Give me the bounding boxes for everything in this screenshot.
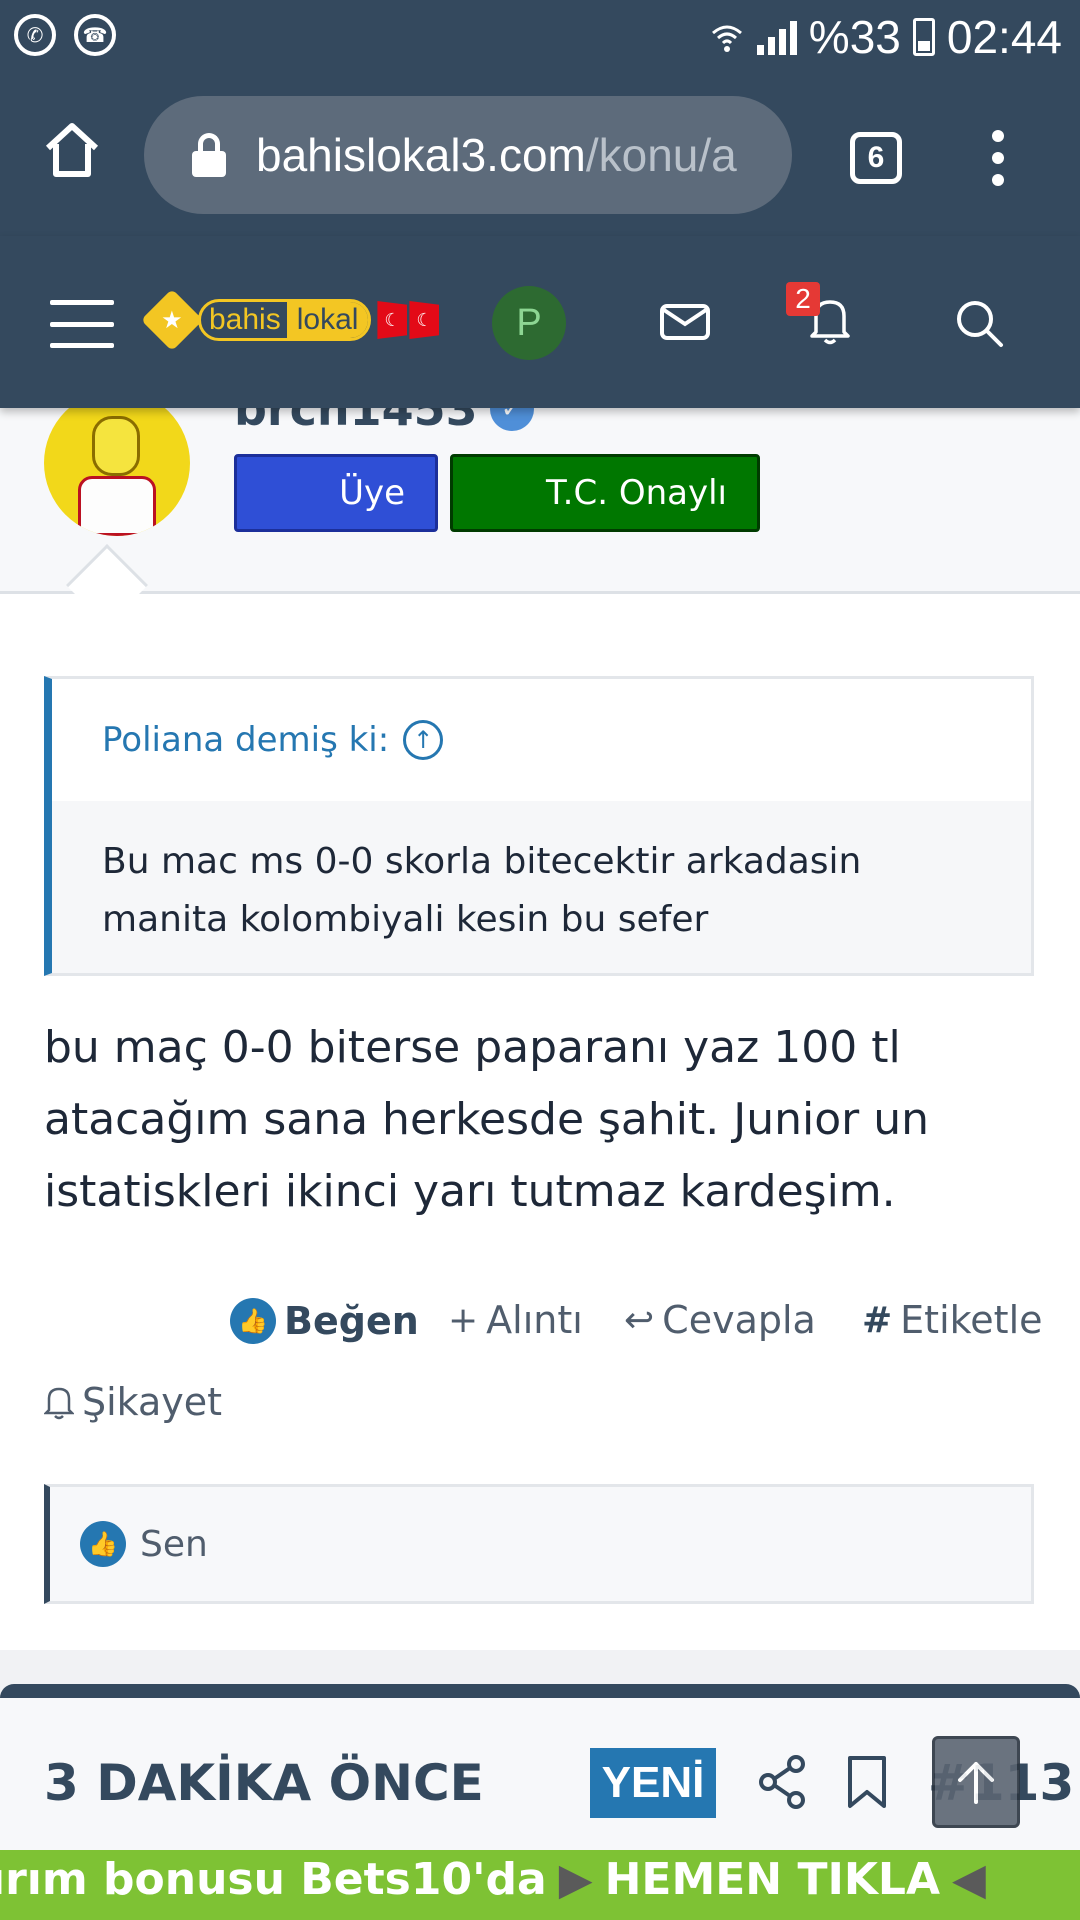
- notification-icons: ✆ ☎: [14, 14, 116, 56]
- promo-text: ırım bonusu Bets10'da: [0, 1854, 547, 1905]
- report-label: Şikayet: [82, 1380, 223, 1424]
- plus-icon: +: [448, 1299, 479, 1341]
- logo-text-left: bahis: [209, 303, 281, 336]
- role-badge-member: Üye: [234, 454, 438, 532]
- address-bar[interactable]: bahislokal3.com /konu/a: [144, 96, 792, 214]
- notification-count-badge: 2: [786, 282, 820, 316]
- logo-gem-icon: ★: [140, 288, 204, 352]
- phone-icon: ☎: [74, 14, 116, 56]
- arrow-up-circle-icon[interactable]: ↑: [403, 720, 444, 760]
- reply-icon: ↩: [624, 1299, 655, 1341]
- post-actions: 👍 Beğen + Alıntı ↩ Cevapla # Etiketle Şi…: [0, 1298, 1080, 1458]
- logo-wordmark: bahis lokal: [198, 299, 372, 341]
- reply-button[interactable]: ↩ Cevapla: [624, 1298, 816, 1342]
- signal-icon: [756, 19, 797, 55]
- url-domain: bahislokal3.com: [256, 129, 586, 181]
- browser-toolbar: bahislokal3.com /konu/a 6: [0, 76, 1080, 236]
- logo-text-right: lokal: [286, 302, 369, 338]
- bell-outline-icon: [44, 1387, 74, 1420]
- quote-header[interactable]: Poliana demiş ki: ↑: [52, 679, 1031, 801]
- like-button[interactable]: 👍 Beğen: [230, 1298, 419, 1344]
- triangle-right-icon: ▶: [558, 1854, 593, 1905]
- tab-switcher-button[interactable]: 6: [850, 132, 902, 184]
- quote-block: Poliana demiş ki: ↑ Bu mac ms 0-0 skorla…: [44, 676, 1034, 976]
- home-icon[interactable]: [40, 118, 104, 182]
- hamburger-menu-icon[interactable]: [50, 300, 114, 348]
- whatsapp-icon: ✆: [14, 14, 56, 56]
- thumbs-up-icon: 👍: [230, 1298, 276, 1344]
- mail-icon[interactable]: [660, 304, 710, 340]
- new-badge: YENİ: [590, 1748, 716, 1818]
- menu-dots-icon[interactable]: [986, 130, 1010, 186]
- promo-cta[interactable]: HEMEN TIKLA: [605, 1854, 940, 1905]
- site-logo[interactable]: ★ bahis lokal ☾ ☾: [140, 288, 440, 352]
- quote-label: Alıntı: [486, 1298, 583, 1342]
- tag-label: Etiketle: [900, 1298, 1043, 1342]
- thumbs-up-icon: 👍: [80, 1521, 126, 1567]
- arrow-up-icon: [958, 1762, 994, 1804]
- quote-author[interactable]: Poliana demiş ki:: [102, 720, 389, 760]
- avatar[interactable]: [44, 390, 190, 536]
- likes-by-text: Sen: [140, 1523, 208, 1565]
- quote-text: Bu mac ms 0-0 skorla bitecektir arkadasi…: [52, 801, 1031, 973]
- scroll-to-top-button[interactable]: [932, 1736, 1020, 1828]
- quote-button[interactable]: + Alıntı: [448, 1298, 583, 1342]
- lock-icon: [192, 133, 226, 177]
- search-icon[interactable]: [954, 298, 1004, 348]
- bookmark-icon[interactable]: [846, 1754, 888, 1810]
- post-message: bu maç 0-0 biterse paparanı yaz 100 tl a…: [44, 1022, 929, 1217]
- site-header: ★ bahis lokal ☾ ☾ P 2: [0, 236, 1080, 408]
- promo-marquee: ırım bonusu Bets10'da ▶ HEMEN TIKLA ◀: [0, 1854, 986, 1905]
- battery-icon: [912, 18, 935, 56]
- likes-summary[interactable]: 👍 Sen: [44, 1484, 1034, 1604]
- promo-banner[interactable]: ırım bonusu Bets10'da ▶ HEMEN TIKLA ◀: [0, 1850, 1080, 1920]
- like-label: Beğen: [284, 1299, 419, 1343]
- battery-percent: %33: [808, 11, 901, 63]
- status-bar: ✆ ☎ %33 02:44: [0, 0, 1080, 76]
- speech-pointer: [65, 543, 149, 627]
- post-time[interactable]: 3 DAKİKA ÖNCE: [44, 1754, 484, 1812]
- post-user-header: brch1453 ✓ Üye T.C. Onaylı: [0, 382, 1080, 627]
- report-button[interactable]: Şikayet: [44, 1380, 222, 1424]
- reply-label: Cevapla: [662, 1298, 816, 1342]
- tag-button[interactable]: # Etiketle: [862, 1298, 1043, 1342]
- clock: 02:44: [946, 11, 1062, 63]
- wifi-icon: [711, 25, 742, 52]
- hashtag-icon: #: [862, 1299, 893, 1341]
- post-card: brch1453 ✓ Üye T.C. Onaylı Poliana demiş…: [0, 382, 1080, 1650]
- status-indicators: %33 02:44: [709, 10, 1062, 64]
- url-path: /konu/a: [585, 129, 737, 181]
- triangle-left-icon: ◀: [952, 1854, 986, 1905]
- share-icon[interactable]: [758, 1754, 808, 1810]
- user-avatar-button[interactable]: P: [492, 286, 566, 360]
- role-badge-verified: T.C. Onaylı: [450, 454, 760, 532]
- turkish-flags-icon: ☾ ☾: [377, 301, 440, 339]
